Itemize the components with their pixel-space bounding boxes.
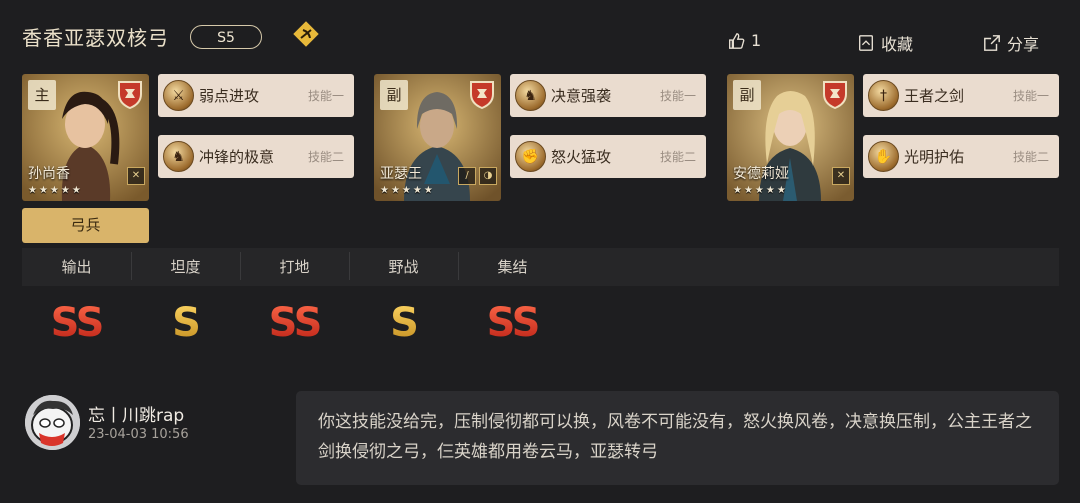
role-tag: 副 (380, 80, 408, 110)
bow-icon: ✕ (832, 167, 850, 185)
bookmark-icon (859, 35, 873, 51)
lineup-title: 香香亚瑟双核弓 (22, 26, 169, 50)
hero-name: 亚瑟王 (380, 166, 422, 182)
skill-slot-label: 技能一 (659, 89, 696, 103)
skill-slot-1[interactable]: ♞ 决意强袭 技能一 (510, 74, 706, 117)
hero-card-arthur[interactable]: 副 亚瑟王 / ◑ ★★★★★ (374, 74, 501, 201)
share-label: 分享 (1007, 35, 1040, 54)
skill-slot-label: 技能二 (1012, 150, 1049, 164)
rating-grade-tank: S (131, 300, 240, 346)
skill-slot-2[interactable]: ✊ 怒火猛攻 技能二 (510, 135, 706, 178)
shield-icon (470, 81, 494, 109)
hero-card-sunshangxiang[interactable]: 主 孙尚香 ✕ ★★★★★ (22, 74, 149, 201)
rating-grade-rally: SS (458, 300, 567, 346)
skill-slot-1[interactable]: ⚔ 弱点进攻 技能一 (158, 74, 354, 117)
sword-icon: / (458, 167, 476, 185)
bow-badge-icon (292, 20, 320, 48)
skill-icon: ✋ (868, 141, 899, 172)
favorite-button[interactable]: 收藏 (857, 31, 913, 55)
skill-slot-2[interactable]: ♞ 冲锋的极意 技能二 (158, 135, 354, 178)
role-tag: 副 (733, 80, 761, 110)
skill-icon: † (868, 80, 899, 111)
rating-label-ground: 打地 (279, 258, 310, 276)
skill-name: 决意强袭 (551, 87, 612, 105)
role-tag: 主 (28, 80, 56, 110)
skill-name: 怒火猛攻 (551, 148, 612, 166)
rating-label-output: 输出 (61, 258, 92, 276)
skill-icon: ♞ (515, 80, 546, 111)
comment-timestamp: 23-04-03 10:56 (88, 427, 189, 442)
rating-grade-ground: SS (240, 300, 349, 346)
shield-icon (118, 81, 142, 109)
rating-label-field: 野战 (388, 258, 419, 276)
hero-card-andrea[interactable]: 副 安德莉娅 ✕ ★★★★★ (727, 74, 854, 201)
user-avatar[interactable] (25, 395, 80, 450)
hero-stars: ★★★★★ (733, 185, 788, 196)
share-button[interactable]: 分享 (983, 31, 1039, 55)
comment-body: 你这技能没给完，压制侵彻都可以换，风卷不可能没有，怒火换风卷，决意换压制，公主王… (296, 391, 1059, 485)
like-count: 1 (751, 31, 762, 50)
troop-type-button[interactable]: 弓兵 (22, 208, 149, 243)
rating-grade-field: S (349, 300, 458, 346)
season-badge: S5 (190, 25, 262, 49)
skill-name: 冲锋的极意 (199, 148, 275, 166)
horse-icon: ◑ (479, 167, 497, 185)
skill-slot-label: 技能二 (659, 150, 696, 164)
skill-name: 王者之剑 (904, 87, 965, 105)
rating-grade-output: SS (22, 300, 131, 346)
skill-slot-label: 技能一 (1012, 89, 1049, 103)
skill-icon: ⚔ (163, 80, 194, 111)
hero-name: 安德莉娅 (733, 166, 789, 182)
skill-slot-2[interactable]: ✋ 光明护佑 技能二 (863, 135, 1059, 178)
thumbs-up-icon (729, 32, 745, 49)
skill-icon: ♞ (163, 141, 194, 172)
skill-name: 弱点进攻 (199, 87, 260, 105)
hero-stars: ★★★★★ (380, 185, 435, 196)
hero-stars: ★★★★★ (28, 185, 83, 196)
hero-name: 孙尚香 (28, 166, 70, 182)
like-button[interactable]: 1 (727, 31, 761, 50)
skill-slot-label: 技能二 (307, 150, 344, 164)
skill-slot-label: 技能一 (307, 89, 344, 103)
avatar-image (25, 395, 80, 450)
shield-icon (823, 81, 847, 109)
favorite-label: 收藏 (881, 35, 914, 54)
bow-icon: ✕ (127, 167, 145, 185)
share-icon (984, 35, 1000, 51)
skill-slot-1[interactable]: † 王者之剑 技能一 (863, 74, 1059, 117)
rating-label-rally: 集结 (497, 258, 528, 276)
rating-label-tank: 坦度 (170, 258, 201, 276)
skill-icon: ✊ (515, 141, 546, 172)
skill-name: 光明护佑 (904, 148, 965, 166)
comment-username[interactable]: 忘丨川跳rap (88, 401, 184, 426)
